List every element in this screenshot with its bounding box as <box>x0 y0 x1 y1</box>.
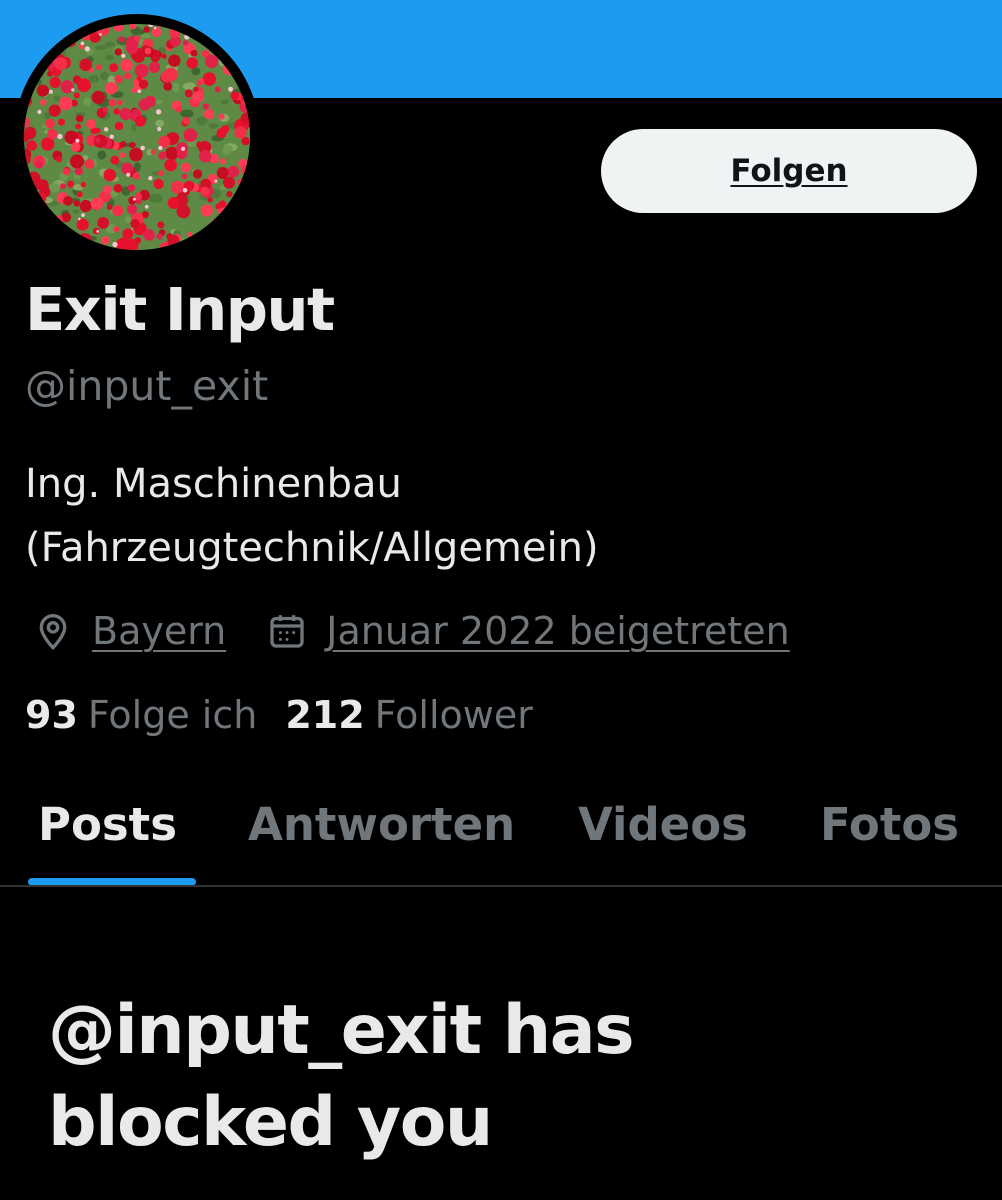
profile-stats: 93 Folge ich 212 Follower <box>25 693 533 737</box>
tab-videos[interactable]: Videos <box>578 798 748 851</box>
bio-line-1: Ing. Maschinenbau <box>25 461 402 507</box>
following-stat[interactable]: 93 Folge ich <box>25 693 257 737</box>
profile-avatar[interactable] <box>14 14 260 260</box>
profile-handle: @input_exit <box>25 362 269 410</box>
tab-antworten[interactable]: Antworten <box>248 798 515 851</box>
following-count: 93 <box>25 693 78 737</box>
tab-posts[interactable]: Posts <box>38 798 177 851</box>
blocked-message: @input_exit has blocked you <box>48 991 635 1162</box>
location-link[interactable]: Bayern <box>92 609 226 653</box>
tab-fotos[interactable]: Fotos <box>820 798 959 851</box>
joined-date-link[interactable]: Januar 2022 beigetreten <box>326 609 789 653</box>
bio-line-2: (Fahrzeugtechnik/Allgemein) <box>25 525 599 571</box>
red-flowers-avatar-image <box>24 24 250 250</box>
calendar-icon <box>262 606 312 656</box>
followers-label: Follower <box>374 693 533 737</box>
followers-stat[interactable]: 212 Follower <box>285 693 533 737</box>
location-pin-icon <box>28 606 78 656</box>
profile-display-name: Exit Input <box>25 275 335 344</box>
profile-bio: Ing. Maschinenbau (Fahrzeugtechnik/Allge… <box>25 452 985 580</box>
tabs-divider <box>0 885 1002 887</box>
follow-button[interactable]: Folgen <box>601 129 977 213</box>
profile-meta: Bayern Januar 2022 beigetreten <box>28 603 790 659</box>
followers-count: 212 <box>285 693 365 737</box>
following-label: Folge ich <box>87 693 258 737</box>
